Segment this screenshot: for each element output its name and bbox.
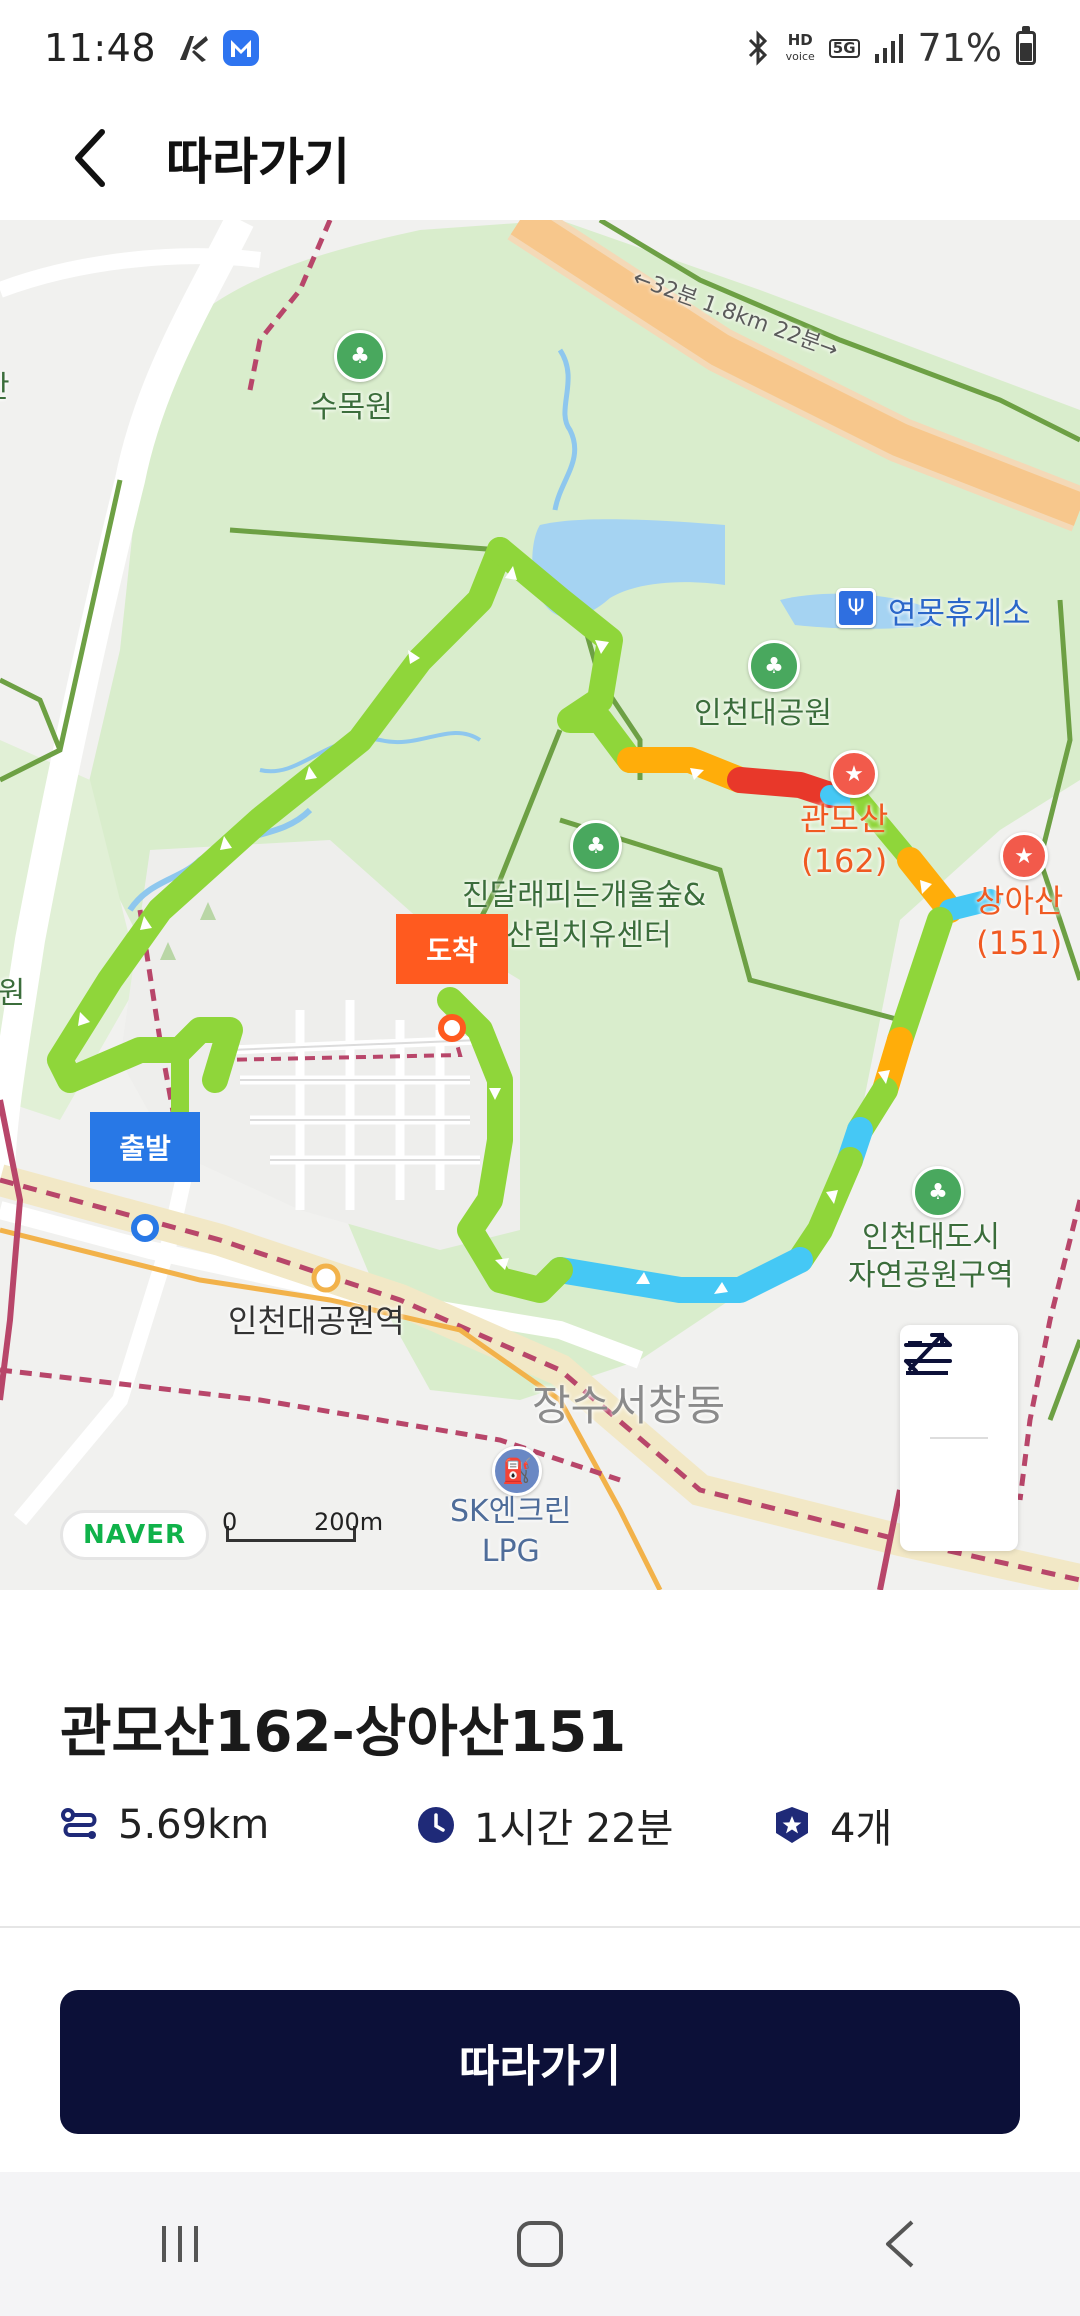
- top-app-bar: 따라가기: [0, 96, 1080, 220]
- start-flag[interactable]: 출발: [90, 1112, 200, 1182]
- trail: [1047, 1339, 1080, 1421]
- battery-fill: [1020, 43, 1032, 61]
- bluetooth-icon: [748, 30, 767, 66]
- park-tree-icon[interactable]: ♣: [748, 640, 800, 692]
- distance-value: 5.69km: [118, 1802, 270, 1848]
- status-app-icons: [176, 29, 260, 67]
- station-marker: [311, 1263, 341, 1293]
- gas-station-icon[interactable]: ⛽: [492, 1446, 542, 1496]
- network-text: 5G: [832, 38, 856, 57]
- hd-voice-icon: HD voice: [785, 30, 815, 64]
- route-distance-icon: [61, 1808, 97, 1839]
- label-gwanmosan[interactable]: 관모산 (162): [800, 798, 888, 882]
- status-bar: 11:48 HD voice 5G 71%: [0, 0, 1080, 96]
- park-tree-icon[interactable]: ♣: [334, 330, 386, 382]
- hd-text: HD: [787, 30, 813, 49]
- battery-icon: [1016, 26, 1036, 65]
- park-tree-icon[interactable]: ♣: [912, 1166, 964, 1218]
- page-title: 따라가기: [166, 133, 350, 191]
- home-icon: [517, 2221, 563, 2267]
- course-title: 관모산162-상아산151: [60, 1700, 627, 1765]
- route-segment-red: [727, 767, 843, 808]
- park-tree-icon[interactable]: ♣: [570, 820, 622, 872]
- system-nav-bar: [0, 2172, 1080, 2316]
- app-notification-icon: [180, 36, 209, 62]
- naver-logo: NAVER: [60, 1510, 210, 1560]
- back-icon: [886, 2220, 914, 2268]
- start-point-marker: [131, 1214, 159, 1242]
- label-city-park-2[interactable]: 자연공원구역: [848, 1250, 1014, 1294]
- subway-line: [1017, 1199, 1080, 1501]
- map-scale-label: 200m: [314, 1508, 384, 1536]
- follow-route-button[interactable]: 따라가기: [60, 1990, 1020, 2134]
- swap-direction-button[interactable]: [900, 1333, 1018, 1551]
- sheet-divider: [0, 1926, 1080, 1928]
- label-edge-left-mid: 공원: [0, 976, 26, 1011]
- trail: [0, 677, 63, 751]
- label-forest-center-2[interactable]: 산림치유센터: [506, 910, 672, 954]
- messenger-app-icon: [223, 30, 260, 66]
- end-point-marker: [438, 1014, 466, 1042]
- recent-apps-icon: [162, 2226, 198, 2262]
- map-controls: [900, 1325, 1018, 1551]
- map-scale-zero: 0: [222, 1508, 238, 1536]
- duration-value: 1시간 22분: [474, 1806, 674, 1852]
- label-incheon-park[interactable]: 인천대공원: [694, 688, 832, 732]
- stat-peaks: 4개: [772, 1796, 892, 1854]
- peak-marker-icon[interactable]: ★: [1000, 832, 1048, 880]
- end-flag[interactable]: 도착: [396, 914, 508, 984]
- peak-marker-icon[interactable]: ★: [830, 750, 878, 798]
- network-5g-icon: 5G: [828, 38, 860, 58]
- clock-icon: [418, 1807, 454, 1843]
- status-right: HD voice 5G 71%: [744, 26, 1036, 70]
- label-station[interactable]: 인천대공원역: [228, 1296, 405, 1342]
- label-lpg[interactable]: SK엔크린 LPG: [450, 1492, 572, 1572]
- signal-icon: [874, 34, 903, 63]
- label-district: 장수서창동: [532, 1381, 726, 1430]
- label-edge-left-top: 산: [0, 362, 10, 406]
- status-time: 11:48: [44, 26, 157, 70]
- battery-percent: 71%: [917, 26, 1002, 70]
- label-forest-center-1[interactable]: 진달래피는개울숲&: [462, 870, 706, 914]
- swap-direction-icon: [904, 1333, 952, 1373]
- course-sheet: 관모산162-상아산151 5.69km 1시간 22분 4개 따라가기: [0, 1592, 1080, 2172]
- rest-area-icon[interactable]: Ψ: [836, 588, 876, 628]
- label-sangasan[interactable]: 상아산 (151): [975, 880, 1063, 964]
- voice-text: voice: [785, 49, 815, 63]
- peaks-value: 4개: [830, 1806, 893, 1852]
- home-button[interactable]: [480, 2194, 600, 2294]
- chevron-left-icon: [75, 129, 105, 187]
- back-button[interactable]: [60, 118, 120, 198]
- route-segment-green: [887, 907, 953, 1053]
- label-sumogwon[interactable]: 수목원: [310, 382, 393, 426]
- peak-badge-icon: [776, 1807, 808, 1843]
- stat-distance: 5.69km: [60, 1802, 416, 1848]
- label-rest-area[interactable]: 연못휴게소: [888, 588, 1031, 633]
- system-back-button[interactable]: [840, 2194, 960, 2294]
- course-stats: 5.69km 1시간 22분 4개: [60, 1797, 892, 1853]
- stat-duration: 1시간 22분: [416, 1796, 772, 1854]
- route-map[interactable]: ♣ 수목원 Ψ 연못휴게소 ♣ 인천대공원 ★ 관모산 (162) ★ 상아산 …: [0, 220, 1080, 1590]
- recent-apps-button[interactable]: [120, 2194, 240, 2294]
